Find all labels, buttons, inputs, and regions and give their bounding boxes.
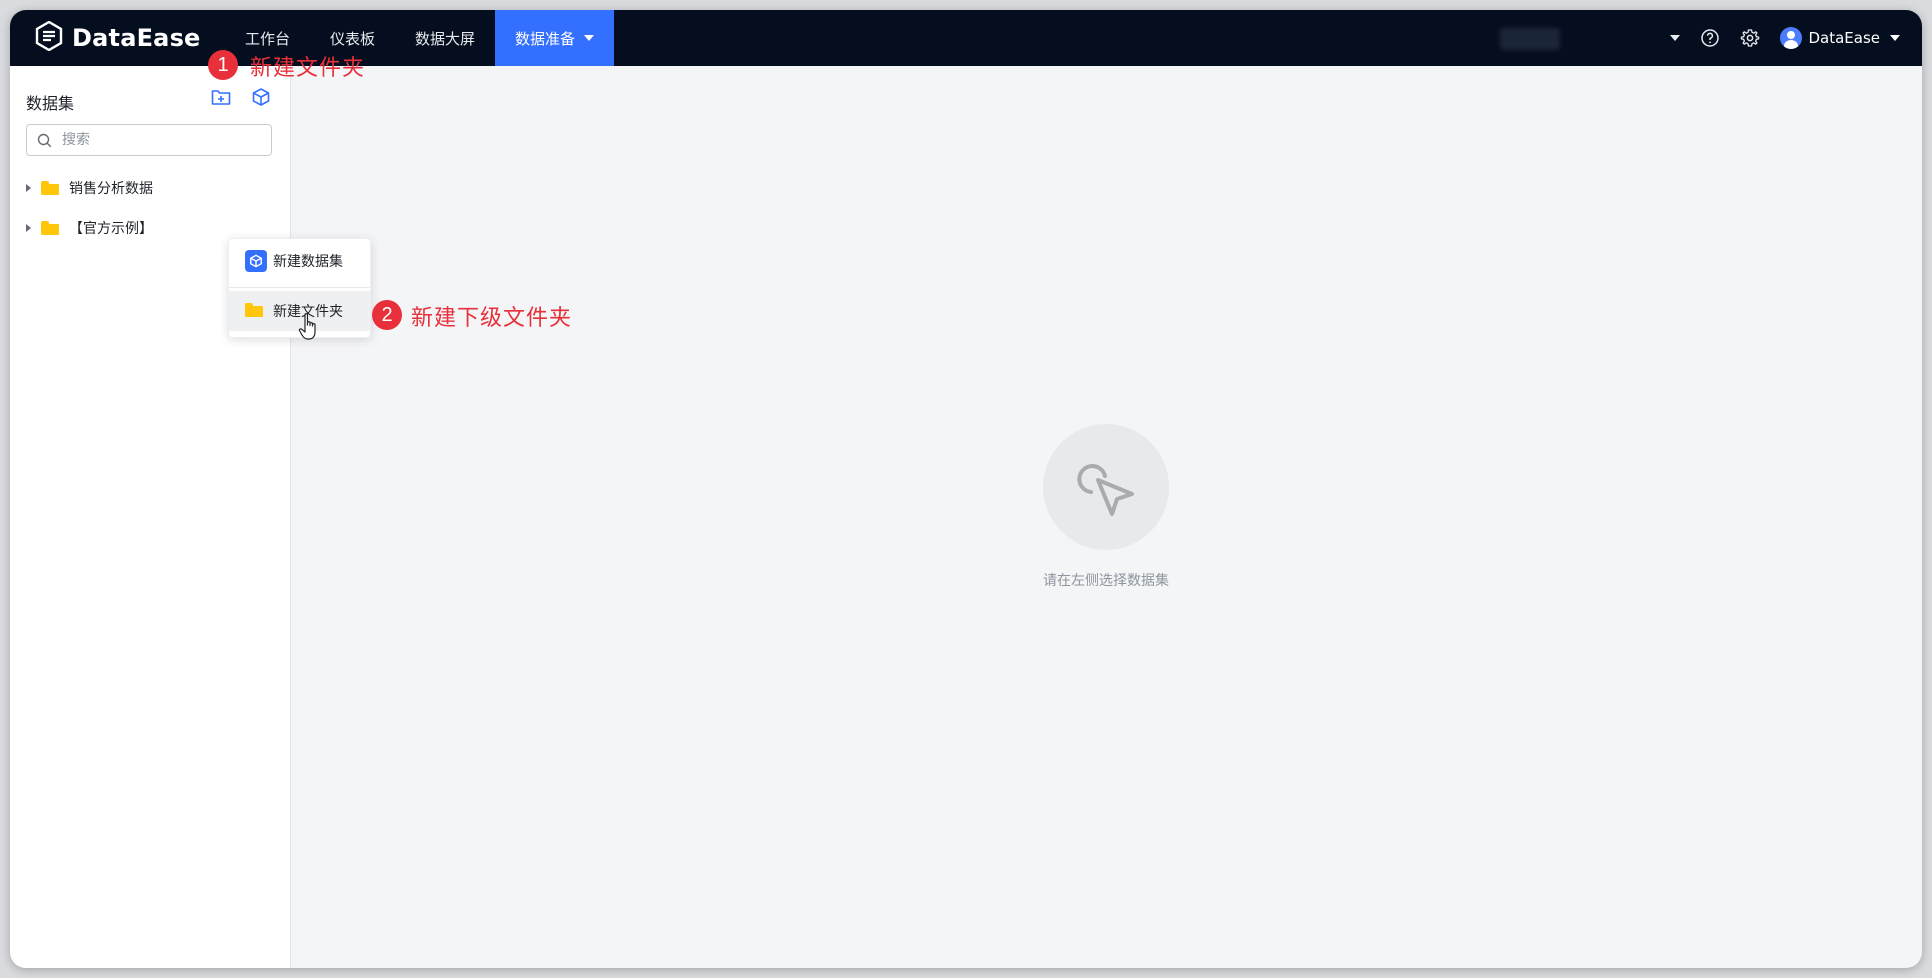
- search-input[interactable]: [60, 131, 254, 149]
- new-folder-button[interactable]: [208, 84, 234, 110]
- search-box[interactable]: [26, 124, 272, 156]
- folder-icon: [41, 221, 59, 235]
- new-dataset-button[interactable]: [248, 84, 274, 110]
- brand-logo[interactable]: DataEase: [34, 18, 201, 58]
- tree-item[interactable]: 销售分析数据: [26, 176, 153, 200]
- hand-cursor-icon: [298, 312, 322, 346]
- nav-item-data-screen[interactable]: 数据大屏: [395, 10, 495, 66]
- search-icon: [37, 133, 52, 147]
- nav-item-label: 数据大屏: [415, 29, 476, 48]
- expand-caret-icon[interactable]: [26, 224, 31, 232]
- app-window: DataEase 工作台 仪表板 数据大屏 数据准备 DataEase 数据集 …: [10, 10, 1922, 968]
- settings-button[interactable]: [1740, 28, 1760, 48]
- user-name: DataEase: [1808, 29, 1880, 47]
- nav-item-label: 工作台: [245, 29, 291, 48]
- empty-state-text: 请在左侧选择数据集: [1043, 573, 1169, 589]
- tree-item-label: 【官方示例】: [69, 221, 153, 237]
- cube-icon: [252, 88, 270, 106]
- nav-item-data-prep[interactable]: 数据准备: [495, 10, 615, 66]
- folder-icon: [245, 302, 267, 320]
- gear-icon: [1741, 29, 1760, 47]
- logo-icon: [34, 20, 64, 55]
- tree-item[interactable]: 【官方示例】: [26, 216, 153, 240]
- help-icon: [1701, 29, 1720, 47]
- folder-add-icon: [211, 90, 231, 105]
- folder-icon: [41, 181, 59, 195]
- cube-icon: [245, 250, 267, 272]
- header-tools: DataEase: [1670, 10, 1900, 66]
- caret-down-icon: [1670, 35, 1681, 41]
- empty-state-illustration: [1043, 424, 1169, 550]
- avatar: [1780, 27, 1803, 49]
- annotation-badge: 1: [208, 50, 238, 80]
- menu-item-label: 新建数据集: [273, 254, 343, 270]
- expand-caret-icon[interactable]: [26, 184, 31, 192]
- help-button[interactable]: [1700, 28, 1720, 48]
- user-menu[interactable]: DataEase: [1780, 27, 1900, 49]
- sidebar-title: 数据集: [26, 94, 75, 113]
- annotation-badge: 2: [372, 300, 402, 330]
- dropdown-toggle[interactable]: [1670, 35, 1681, 41]
- dataset-sidebar: 数据集 销售分析数据: [10, 66, 291, 968]
- blurred-region: [1500, 28, 1560, 50]
- brand-name: DataEase: [72, 24, 201, 52]
- menu-item-new-dataset[interactable]: 新建数据集: [229, 241, 370, 281]
- nav-item-label: 仪表板: [330, 29, 376, 48]
- annotation-label: 新建文件夹: [250, 56, 366, 81]
- tree-item-label: 销售分析数据: [69, 181, 153, 197]
- nav-item-label: 数据准备: [515, 29, 576, 48]
- chevron-down-icon: [584, 35, 595, 41]
- annotation-label: 新建下级文件夹: [411, 306, 573, 331]
- pointer-click-icon: [1077, 464, 1134, 516]
- menu-divider: [229, 287, 370, 288]
- chevron-down-icon: [1890, 35, 1900, 41]
